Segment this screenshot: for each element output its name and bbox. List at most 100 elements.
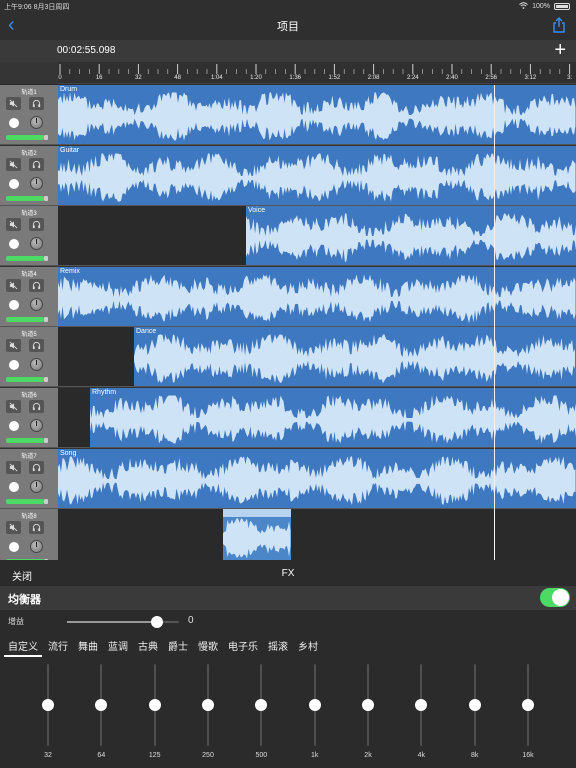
track-lane[interactable]: Guitar	[58, 145, 576, 206]
eq-band-thumb[interactable]	[522, 699, 534, 711]
record-arm-button[interactable]	[9, 239, 19, 250]
gain-fill	[67, 621, 157, 623]
pan-knob[interactable]	[30, 297, 43, 311]
track-header[interactable]: 轨道4	[0, 266, 58, 327]
track-lane[interactable]: Rhythm	[58, 388, 576, 448]
track-lane[interactable]: Dance	[58, 327, 576, 388]
audio-clip[interactable]: Song	[58, 448, 576, 508]
eq-band-thumb[interactable]	[95, 699, 108, 711]
pan-knob[interactable]	[30, 419, 43, 432]
preset-tab[interactable]: 流行	[44, 637, 72, 657]
mute-button[interactable]	[6, 339, 21, 353]
preset-tab[interactable]: 古典	[134, 637, 162, 657]
gain-slider[interactable]	[67, 616, 179, 628]
headphones-button[interactable]	[29, 521, 44, 535]
preset-tab[interactable]: 蓝调	[104, 637, 132, 657]
audio-clip[interactable]: Dance	[134, 327, 576, 387]
preset-tab[interactable]: 爵士	[164, 637, 192, 657]
headphones-button[interactable]	[29, 339, 44, 353]
eq-band-thumb[interactable]	[362, 699, 374, 711]
track-lane[interactable]: Remix	[58, 266, 576, 327]
eq-band-thumb[interactable]	[308, 699, 321, 711]
pan-knob[interactable]	[30, 540, 43, 554]
track-header[interactable]: 轨道7	[0, 448, 58, 509]
track-lane[interactable]: Voice	[58, 206, 576, 267]
mute-button[interactable]	[6, 278, 21, 292]
preset-tab[interactable]: 舞曲	[74, 637, 102, 657]
volume-slider[interactable]	[6, 377, 48, 383]
volume-slider[interactable]	[6, 195, 48, 201]
track-lane[interactable]: Drum	[58, 85, 576, 145]
headphones-button[interactable]	[29, 157, 44, 171]
track-header[interactable]: 轨道5	[0, 327, 58, 388]
audio-clip[interactable]: Guitar	[58, 145, 576, 205]
waveform-shape	[58, 274, 576, 324]
record-arm-button[interactable]	[9, 542, 19, 553]
volume-slider[interactable]	[6, 135, 48, 140]
playhead[interactable]	[494, 85, 495, 560]
track-header[interactable]: 轨道8	[0, 509, 58, 560]
track-row: 轨道1 Drum	[0, 85, 576, 145]
record-arm-button[interactable]	[9, 360, 19, 371]
track-lane[interactable]: Song	[58, 448, 576, 509]
audio-clip[interactable]: Rhythm32	[223, 509, 291, 560]
pan-knob[interactable]	[30, 479, 43, 493]
volume-slider[interactable]	[6, 438, 48, 443]
mute-button[interactable]	[6, 400, 21, 413]
eq-band-thumb[interactable]	[148, 699, 161, 711]
mute-button[interactable]	[6, 218, 21, 232]
headphones-button[interactable]	[29, 278, 44, 292]
headphones-button[interactable]	[29, 97, 44, 110]
track-lane[interactable]: Rhythm32	[58, 509, 576, 560]
preset-tab[interactable]: 乡村	[294, 637, 322, 657]
audio-clip[interactable]: Voice	[246, 206, 576, 266]
track-list: 轨道1 Drum 轨道2 Guitar 轨道3 Voice 轨道4 Remix 轨道5 Dance…	[0, 85, 576, 560]
equalizer-toggle[interactable]	[540, 588, 570, 607]
volume-slider[interactable]	[6, 316, 48, 322]
battery-icon	[554, 3, 570, 10]
track-header[interactable]: 轨道3	[0, 206, 58, 267]
add-track-button[interactable]: +	[554, 40, 566, 60]
eq-band-thumb[interactable]	[202, 699, 214, 711]
mute-button[interactable]	[6, 460, 21, 474]
track-name: 轨道2	[21, 150, 37, 157]
record-arm-button[interactable]	[9, 421, 19, 431]
record-arm-button[interactable]	[9, 118, 19, 128]
headphones-button[interactable]	[29, 400, 44, 413]
eq-band-thumb[interactable]	[255, 699, 268, 711]
headphones-button[interactable]	[29, 218, 44, 232]
record-arm-button[interactable]	[9, 481, 19, 492]
mute-button[interactable]	[6, 521, 21, 535]
headphones-icon	[32, 342, 41, 350]
preset-tab[interactable]: 摇滚	[264, 637, 292, 657]
pan-knob[interactable]	[30, 237, 43, 251]
headphones-button[interactable]	[29, 460, 44, 474]
eq-band-thumb[interactable]	[42, 699, 54, 711]
audio-clip[interactable]: Drum	[58, 85, 576, 144]
share-icon[interactable]	[552, 17, 566, 33]
preset-tab[interactable]: 慢歌	[194, 637, 222, 657]
preset-tab[interactable]: 电子乐	[224, 637, 262, 657]
eq-band-thumb[interactable]	[468, 699, 481, 711]
mute-button[interactable]	[6, 157, 21, 171]
preset-tab[interactable]: 自定义	[4, 637, 42, 657]
record-arm-button[interactable]	[9, 299, 19, 310]
pan-knob[interactable]	[30, 176, 43, 190]
track-row: 轨道7 Song	[0, 448, 576, 509]
mute-button[interactable]	[6, 97, 21, 110]
gain-thumb[interactable]	[150, 616, 163, 628]
track-header[interactable]: 轨道2	[0, 145, 58, 206]
pan-knob[interactable]	[30, 358, 43, 372]
status-right: 100%	[519, 2, 570, 11]
pan-knob[interactable]	[30, 116, 43, 129]
track-header[interactable]: 轨道6	[0, 388, 58, 448]
audio-clip[interactable]: Remix	[58, 266, 576, 326]
volume-slider[interactable]	[6, 256, 48, 262]
volume-slider[interactable]	[6, 498, 48, 504]
record-arm-button[interactable]	[9, 178, 19, 189]
track-header[interactable]: 轨道1	[0, 85, 58, 145]
status-bar: 上午9:06 8月3日周四 100%	[0, 0, 576, 12]
eq-band-thumb[interactable]	[415, 699, 428, 711]
timeline-ruler[interactable]: 0 16 32 48 1:04 1:20 1:36 1:52 2:08 2:24 2:40 2:56 3…	[0, 62, 576, 84]
audio-clip[interactable]: Rhythm	[90, 388, 576, 447]
